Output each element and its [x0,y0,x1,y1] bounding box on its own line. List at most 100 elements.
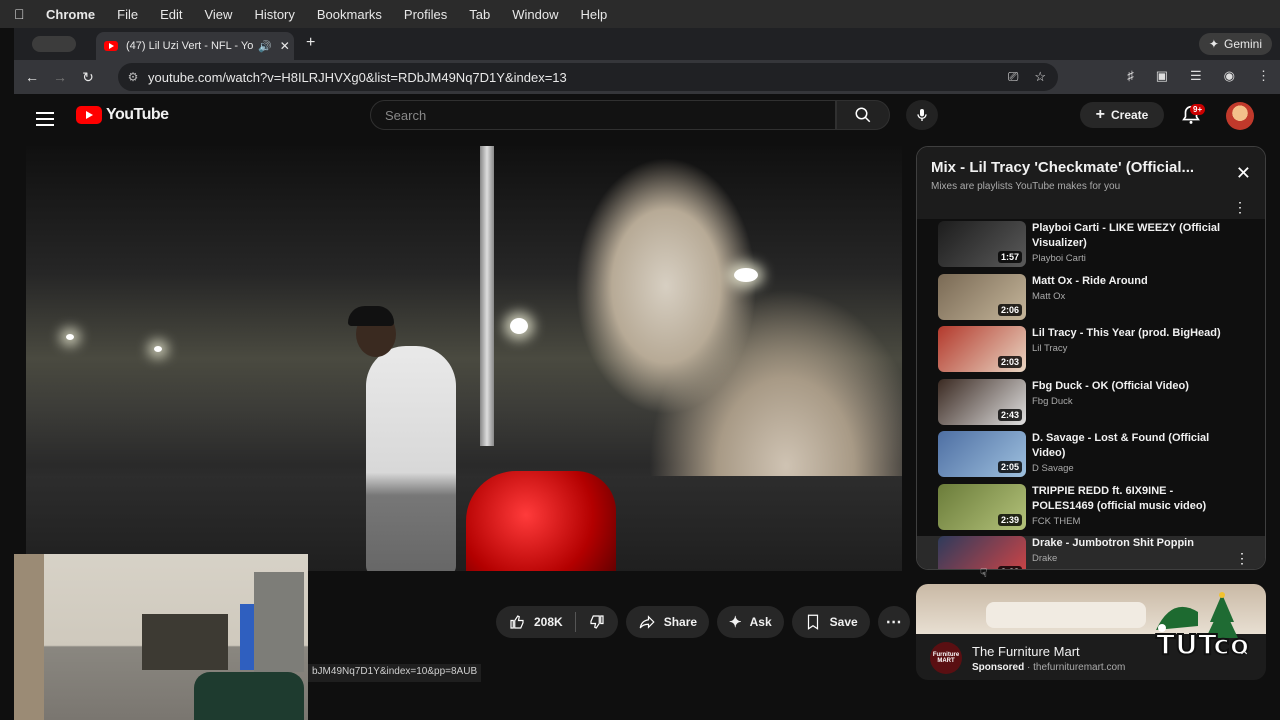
youtube-favicon-icon [104,41,118,51]
video-title[interactable]: D. Savage - Lost & Found (Official Video… [1032,431,1222,461]
address-bar[interactable]: ⚙ youtube.com/watch?v=H8ILRJHVXg0&list=R… [118,63,1058,91]
more-menu-icon[interactable]: ⋮ [1257,68,1270,84]
video-scene-lamp [154,346,162,352]
video-thumbnail[interactable]: 2:03 [938,326,1026,372]
tab-strip: (47) Lil Uzi Vert - NFL - Yo 🔊 ✕ + ✦ Gem… [14,28,1280,60]
playlist-item[interactable]: 1:57 Playboi Carti - LIKE WEEZY (Official… [917,221,1265,274]
advertiser-name[interactable]: The Furniture Mart [972,644,1080,659]
tab-search-icon[interactable]: ▣ [1156,68,1168,84]
menu-help[interactable]: Help [581,7,608,22]
tab-search-toggle[interactable] [32,36,76,52]
mac-menubar:  Chrome File Edit View History Bookmark… [0,0,1280,28]
site-info-icon[interactable]: ⚙ [118,70,148,84]
new-tab-icon[interactable]: + [306,34,315,52]
save-button[interactable]: Save [791,606,870,638]
more-actions-button[interactable]: ⋯ [877,606,910,638]
ask-button[interactable]: ✦ Ask [717,606,784,638]
address-url[interactable]: youtube.com/watch?v=H8ILRJHVXg0&list=RDb… [148,70,567,85]
channel-name: Drake [1032,553,1058,564]
thumbs-down-icon[interactable] [588,613,606,631]
video-scene-car [466,471,616,571]
video-title[interactable]: Playboi Carti - LIKE WEEZY (Official Vis… [1032,221,1222,251]
menu-window[interactable]: Window [512,7,558,22]
playlist-subtitle: Mixes are playlists YouTube makes for yo… [931,181,1121,192]
like-count: 208K [534,615,563,629]
active-tab[interactable]: (47) Lil Uzi Vert - NFL - Yo 🔊 ✕ [96,32,294,60]
profile-icon[interactable]: ◉ [1224,68,1235,84]
apple-icon[interactable]:  [14,6,36,22]
tut-logo-text: TUTco [1156,628,1249,661]
bookmark-star-icon[interactable]: ☆ [1034,69,1046,85]
reload-icon[interactable]: ↻ [74,69,102,86]
thumbs-up-icon [510,615,524,629]
playlist-item[interactable]: 2:06 Matt Ox - Ride Around Matt Ox [917,273,1265,327]
channel-name: Matt Ox [1032,290,1066,302]
webcam-door [254,572,304,672]
menu-edit[interactable]: Edit [160,7,182,22]
more-horiz-icon: ⋯ [885,614,902,631]
ad-sponsored-line: Sponsored · thefurnituremart.com [972,662,1126,673]
playlist-item[interactable]: 2:43 Fbg Duck - OK (Official Video) Fbg Du… [917,378,1265,432]
forward-icon[interactable]: → [46,69,74,85]
like-button[interactable]: 208K [496,606,618,638]
video-thumbnail[interactable]: 2:05 [938,431,1026,477]
playlist-item[interactable]: 2:03 Lil Tracy - This Year (prod. BigHead… [917,326,1265,379]
video-thumbnail[interactable]: 2:06 [938,273,1026,320]
close-icon[interactable]: ✕ [1236,163,1251,184]
search-button[interactable] [836,100,890,130]
video-duration: 1:57 [997,251,1022,263]
video-thumbnail[interactable]: 2:23 [938,536,1026,569]
menu-app-name[interactable]: Chrome [46,7,95,22]
install-app-icon[interactable]: ⎚ [1008,69,1018,85]
menu-profiles[interactable]: Profiles [404,7,447,22]
sponsored-label: Sponsored [972,662,1025,673]
extensions-icon[interactable]: ♯ [1127,68,1134,84]
video-title[interactable]: TRIPPIE REDD ft. 6IX9INE - POLES1469 (of… [1032,484,1222,514]
search-input[interactable]: Search [370,100,836,130]
video-duration: 2:23 [997,566,1022,569]
video-thumbnail[interactable]: 2:39 [938,483,1026,530]
playlist-item[interactable]: 2:39 TRIPPIE REDD ft. 6IX9INE - POLES1469… [917,483,1265,537]
video-duration: 2:06 [997,303,1022,316]
webcam-cabinet [142,614,228,670]
plus-icon: + [1095,106,1105,123]
save-label: Save [829,615,858,629]
tab-title: (47) Lil Uzi Vert - NFL - Yo [126,40,254,52]
video-title[interactable]: Fbg Duck - OK (Official Video) [1032,379,1222,394]
gemini-label: Gemini [1223,37,1262,51]
youtube-play-icon [76,106,102,124]
gemini-button[interactable]: ✦ Gemini [1198,33,1272,55]
create-button[interactable]: + Create [1080,102,1164,128]
voice-search-button[interactable] [906,100,938,130]
tab-close-icon[interactable]: ✕ [280,39,290,53]
playlist-item[interactable]: 2:23 Drake - Jumbotron Shit Poppin Drake ⋮ [917,536,1265,569]
video-duration: 2:03 [997,356,1022,368]
menu-bookmarks[interactable]: Bookmarks [317,7,382,22]
account-avatar[interactable] [1226,102,1254,130]
ad-collapse-chevron-icon[interactable]: ⌃ [1238,648,1250,665]
video-thumbnail[interactable]: 2:43 [938,378,1026,425]
webcam-overlay [14,554,308,720]
sparkle-icon: ✦ [1208,37,1219,51]
media-icon[interactable]: ☰ [1190,68,1202,84]
menu-view[interactable]: View [204,7,232,22]
bookmark-icon [807,614,818,630]
hamburger-menu-icon[interactable] [36,108,54,130]
video-player[interactable] [26,146,902,571]
item-more-icon[interactable]: ⋮ [1235,550,1249,567]
youtube-logo[interactable]: YouTube [76,106,169,124]
ad-card[interactable]: Furniture MART The Furniture Mart Sponso… [916,584,1266,680]
video-title[interactable]: Lil Tracy - This Year (prod. BigHead) [1032,326,1222,341]
video-title[interactable]: Drake - Jumbotron Shit Poppin [1032,536,1222,551]
video-thumbnail[interactable]: 1:57 [938,221,1026,267]
playlist-title[interactable]: Mix - Lil Tracy 'Checkmate' (Official... [931,159,1221,176]
menu-file[interactable]: File [117,7,138,22]
menu-tab[interactable]: Tab [469,7,490,22]
share-button[interactable]: Share [625,606,710,638]
speaker-icon[interactable]: 🔊 [258,40,272,53]
back-icon[interactable]: ← [18,69,46,85]
playlist-more-icon[interactable]: ⋮ [1233,199,1247,216]
playlist-item[interactable]: 2:05 D. Savage - Lost & Found (Official V… [917,431,1265,484]
menu-history[interactable]: History [254,7,294,22]
video-title[interactable]: Matt Ox - Ride Around [1032,274,1222,289]
